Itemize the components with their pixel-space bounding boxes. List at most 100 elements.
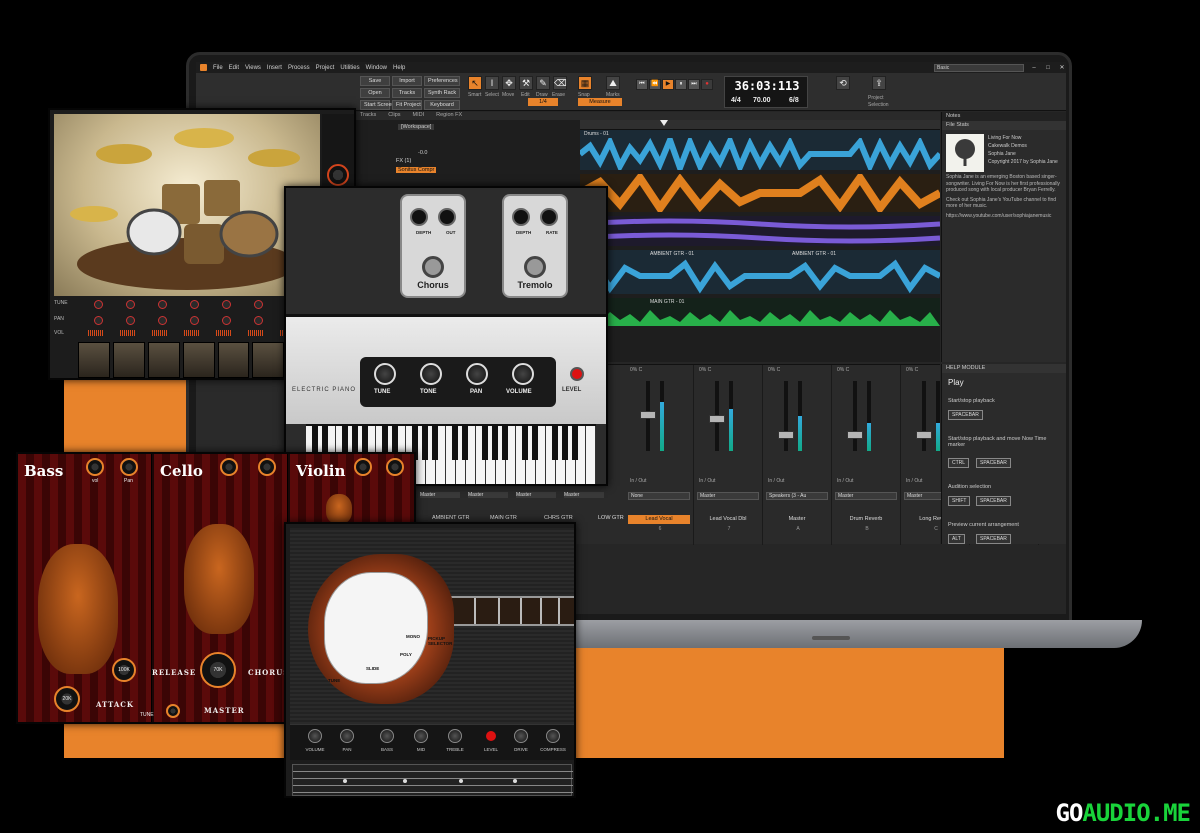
clip-synth-purple[interactable] <box>580 216 940 246</box>
strip-name[interactable]: Drum Reverb <box>835 515 897 524</box>
strip-name[interactable]: MAIN GTR <box>490 515 517 521</box>
time-display[interactable]: 36:03:113 4/4 70.00 6/8 <box>724 76 808 108</box>
volume-fader[interactable] <box>709 415 725 424</box>
drum-pad[interactable] <box>252 342 285 378</box>
menu-insert[interactable]: Insert <box>267 65 282 71</box>
vol-slider[interactable] <box>88 330 104 336</box>
erase-tool-icon[interactable]: ⌫ <box>553 76 567 90</box>
attack-knob[interactable]: 20K <box>54 686 80 712</box>
minimize-icon[interactable]: – <box>1030 65 1038 71</box>
pan-knob[interactable] <box>466 363 488 385</box>
draw-tool-icon[interactable]: ✎ <box>536 76 550 90</box>
menu-project[interactable]: Project <box>316 65 335 71</box>
vol-slider[interactable] <box>248 330 264 336</box>
save-button[interactable]: Save <box>360 76 390 86</box>
start-screen-button[interactable]: Start Screen <box>360 100 395 110</box>
release-knob[interactable]: 100K <box>112 658 136 682</box>
tune-knob[interactable] <box>374 363 396 385</box>
volume-fader[interactable] <box>778 430 794 439</box>
out-select[interactable]: Master <box>420 492 460 498</box>
compress-knob[interactable] <box>546 729 560 743</box>
tune-label[interactable]: TUNE <box>328 678 340 683</box>
out-select[interactable]: Master <box>516 492 556 498</box>
tremolo-pedal[interactable]: DEPTH RATE Tremolo <box>502 194 568 298</box>
menu-clips[interactable]: Clips <box>388 112 400 120</box>
bass-knob[interactable] <box>380 729 394 743</box>
pan-knob[interactable] <box>222 316 231 325</box>
volume-knob[interactable] <box>308 729 322 743</box>
pan-knob[interactable] <box>190 316 199 325</box>
master-knob[interactable]: 70K <box>200 652 236 688</box>
output-select[interactable]: Master <box>835 492 897 500</box>
mid-knob[interactable] <box>414 729 428 743</box>
pan-value[interactable]: 0% C <box>837 367 849 373</box>
snap-resolution[interactable]: 1/4 <box>528 98 558 106</box>
console-strip[interactable]: 0% C In / Out Speakers (3 - Au Master A <box>764 365 832 545</box>
tune-knob[interactable] <box>158 300 167 309</box>
violin-pan-knob[interactable] <box>386 458 404 476</box>
fx-bin-label[interactable]: FX (1) <box>396 158 411 164</box>
drum-pad[interactable] <box>147 342 180 378</box>
volume-fader[interactable] <box>640 410 656 419</box>
clip-main-gtr[interactable]: MAIN GTR - 01 <box>580 298 940 326</box>
menu-help[interactable]: Help <box>393 65 405 71</box>
vol-slider[interactable] <box>120 330 136 336</box>
pan-value[interactable]: 0% C <box>630 367 642 373</box>
import-button[interactable]: Import <box>392 76 422 86</box>
treble-knob[interactable] <box>448 729 462 743</box>
output-select[interactable]: Master <box>697 492 759 500</box>
output-select[interactable]: Speakers (3 - Au <box>766 492 828 500</box>
workspace-dropdown[interactable]: [Workspace] <box>398 124 435 130</box>
fretboard-display[interactable] <box>292 764 573 796</box>
loop-icon[interactable]: ⟲ <box>836 76 850 90</box>
clip-drums[interactable]: Drums - 01 <box>580 130 940 170</box>
drum-pad[interactable] <box>182 342 215 378</box>
snap-mode[interactable]: Measure <box>578 98 622 106</box>
forward-end-icon[interactable]: ⏭ <box>688 79 700 90</box>
tune-knob[interactable] <box>222 300 231 309</box>
tune-knob[interactable] <box>94 300 103 309</box>
youtube-link[interactable]: https://www.youtube.com/user/sophiajanem… <box>946 213 1064 220</box>
pan-value[interactable]: 0% C <box>906 367 918 373</box>
drum-pad[interactable] <box>112 342 145 378</box>
strip-name[interactable]: CHRS GTR <box>544 515 573 521</box>
pan-knob[interactable] <box>340 729 354 743</box>
play-icon[interactable]: ▶ <box>662 79 674 90</box>
vol-slider[interactable] <box>152 330 168 336</box>
notes-tab[interactable]: Notes <box>942 112 1066 121</box>
vol-slider[interactable] <box>216 330 232 336</box>
move-tool-icon[interactable]: ✥ <box>502 76 516 90</box>
pickup-selector-label[interactable]: PICKUP SELECTOR <box>428 636 458 646</box>
menu-tracks[interactable]: Tracks <box>360 112 376 120</box>
output-select[interactable]: None <box>628 492 690 500</box>
tracks-button[interactable]: Tracks <box>392 88 422 98</box>
rewind-icon[interactable]: ⏪ <box>649 79 661 90</box>
violin-vol-knob[interactable] <box>354 458 372 476</box>
chorus-pedal[interactable]: DEPTH OUT Chorus <box>400 194 466 298</box>
electric-piano-plugin[interactable]: DEPTH OUT Chorus DEPTH RATE Tremolo ELEC… <box>284 186 608 486</box>
maximize-icon[interactable]: □ <box>1044 65 1052 71</box>
volume-fader[interactable] <box>916 430 932 439</box>
poly-label[interactable]: POLY <box>400 652 412 657</box>
rate-knob[interactable] <box>540 208 558 226</box>
tune-knob[interactable] <box>126 300 135 309</box>
tone-knob[interactable] <box>420 363 442 385</box>
project-radio[interactable]: Project <box>868 95 884 101</box>
menu-midi[interactable]: MIDI <box>413 112 425 120</box>
volume-fader[interactable] <box>847 430 863 439</box>
select-tool-icon[interactable]: I <box>485 76 499 90</box>
pause-icon[interactable]: ⏸ <box>675 79 687 90</box>
strip-name[interactable]: LOW GTR <box>598 515 624 521</box>
tune-knob[interactable] <box>190 300 199 309</box>
preferences-button[interactable]: Preferences <box>424 76 460 86</box>
tune-knob[interactable] <box>166 704 180 718</box>
drum-pad[interactable] <box>217 342 250 378</box>
drive-knob[interactable] <box>514 729 528 743</box>
fit-project-button[interactable]: Fit Project <box>392 100 422 110</box>
bass-vol-knob[interactable] <box>86 458 104 476</box>
menu-process[interactable]: Process <box>288 65 310 71</box>
smart-tool-icon[interactable]: ↖ <box>468 76 482 90</box>
menu-window[interactable]: Window <box>366 65 387 71</box>
menu-utilities[interactable]: Utilities <box>340 65 359 71</box>
menu-region-fx[interactable]: Region FX <box>436 112 462 120</box>
